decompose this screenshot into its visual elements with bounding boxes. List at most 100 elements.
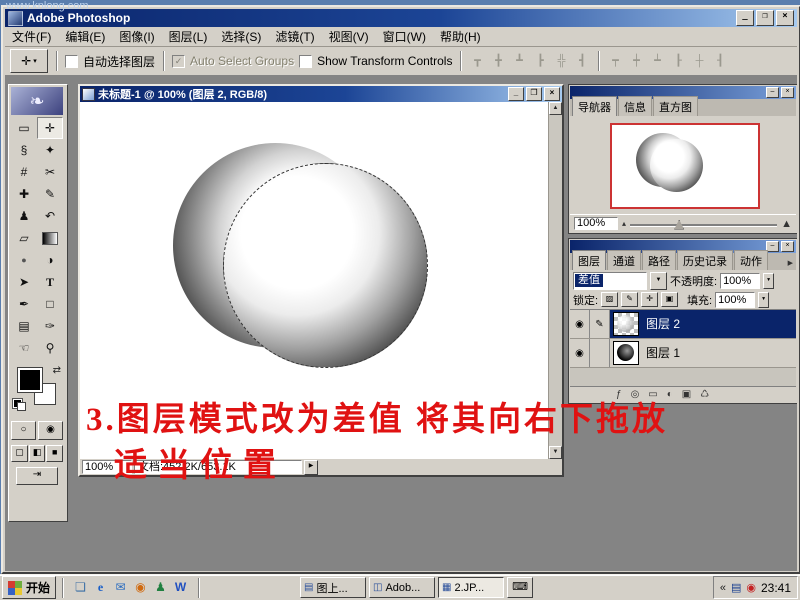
new-layer-icon[interactable]: ▣ (682, 389, 691, 400)
minimize-button[interactable]: _ (736, 10, 754, 26)
internet-explorer-icon[interactable]: e (92, 579, 109, 596)
lock-all-icon[interactable]: ▣ (661, 292, 678, 307)
zoom-tool[interactable]: ⚲ (37, 337, 63, 359)
menu-edit[interactable]: 编辑(E) (58, 26, 112, 47)
task-button-2[interactable]: ◫ Adob... (369, 577, 435, 598)
menu-file[interactable]: 文件(F) (5, 26, 58, 47)
tab-history[interactable]: 历史记录 (677, 250, 733, 270)
rectangular-marquee-tool[interactable]: ▭ (11, 117, 37, 139)
tray-chevron-icon[interactable]: « (720, 582, 726, 594)
display-settings-icon[interactable]: ▤ (731, 581, 741, 594)
opacity-arrow-icon[interactable]: ▼ (763, 273, 774, 289)
doc-restore-button[interactable]: ❐ (526, 87, 542, 101)
menu-select[interactable]: 选择(S) (214, 26, 268, 47)
maximize-button[interactable]: ❐ (756, 10, 774, 26)
blend-mode-arrow-icon[interactable]: ▼ (650, 272, 667, 290)
start-button[interactable]: 开始 (2, 576, 56, 599)
tool-preset-picker[interactable]: ✛ ▾ (10, 49, 48, 73)
slice-tool[interactable]: ✂ (37, 161, 63, 183)
app-title-bar[interactable]: Adobe Photoshop _ ❐ × (5, 9, 797, 27)
link-column[interactable] (590, 339, 610, 367)
type-tool[interactable]: T (37, 271, 63, 293)
close-button[interactable]: × (776, 10, 794, 26)
scroll-up-icon[interactable]: ▲ (549, 102, 562, 115)
fill-arrow-icon[interactable]: ▼ (758, 292, 769, 308)
standard-mode-button[interactable]: ○ (11, 421, 36, 440)
visibility-eye-icon[interactable]: ◉ (570, 339, 590, 367)
delete-layer-icon[interactable]: ♺ (700, 389, 709, 400)
fill-field[interactable]: 100% (715, 292, 755, 308)
lock-transparency-icon[interactable]: ▨ (601, 292, 618, 307)
lock-image-icon[interactable]: ✎ (621, 292, 638, 307)
doc-minimize-button[interactable]: _ (508, 87, 524, 101)
standard-screen-mode-button[interactable]: ▢ (11, 445, 28, 462)
visibility-eye-icon[interactable]: ◉ (570, 310, 590, 338)
brush-tool[interactable]: ✎ (37, 183, 63, 205)
show-desktop-icon[interactable]: ❏ (72, 579, 89, 596)
show-transform-controls-checkbox[interactable] (299, 55, 312, 68)
tab-paths[interactable]: 路径 (642, 250, 676, 270)
hand-tool[interactable]: ☜ (11, 337, 37, 359)
auto-select-layer-checkbox[interactable] (65, 55, 78, 68)
media-player-icon[interactable]: ◉ (132, 579, 149, 596)
menu-view[interactable]: 视图(V) (322, 26, 376, 47)
word-icon[interactable]: W (172, 579, 189, 596)
zoom-slider[interactable] (630, 219, 777, 229)
default-colors-icon[interactable] (13, 399, 25, 409)
scroll-down-icon[interactable]: ▼ (549, 446, 562, 459)
messenger-icon[interactable]: ♟ (152, 579, 169, 596)
quick-mask-mode-button[interactable]: ◉ (38, 421, 63, 440)
tab-actions[interactable]: 动作 (734, 250, 768, 270)
foreground-color-swatch[interactable] (18, 368, 42, 392)
doc-close-button[interactable]: × (544, 87, 560, 101)
tab-channels[interactable]: 通道 (607, 250, 641, 270)
lasso-tool[interactable]: § (11, 139, 37, 161)
pen-tool[interactable]: ✒ (11, 293, 37, 315)
panel-close-icon[interactable]: × (781, 87, 794, 98)
path-selection-tool[interactable]: ➤ (11, 271, 37, 293)
dodge-tool[interactable]: ◑ (37, 249, 63, 271)
shape-tool[interactable]: □ (37, 293, 63, 315)
magic-wand-tool[interactable]: ✦ (37, 139, 63, 161)
layer-row-2[interactable]: ◉ ✎ 图层 2 (570, 310, 796, 339)
move-tool[interactable]: ✛ (37, 117, 63, 139)
eraser-tool[interactable]: ▱ (11, 227, 37, 249)
document-title-bar[interactable]: 未标题-1 @ 100% (图层 2, RGB/8) _ ❐ × (80, 86, 562, 102)
gradient-tool[interactable] (37, 227, 63, 249)
opacity-field[interactable]: 100% (720, 273, 760, 289)
tab-overflow-icon[interactable]: ▶ (788, 259, 796, 270)
fullscreen-mode-button[interactable]: ■ (46, 445, 63, 462)
zoom-out-icon[interactable]: ▴ (622, 219, 626, 228)
fullscreen-with-menu-button[interactable]: ◧ (29, 445, 46, 462)
menu-help[interactable]: 帮助(H) (433, 26, 488, 47)
clone-stamp-tool[interactable]: ♟ (11, 205, 37, 227)
tab-layers[interactable]: 图层 (572, 250, 606, 270)
jump-to-imageready-button[interactable]: ⇥ (16, 467, 58, 485)
eyedropper-tool[interactable]: ✑ (37, 315, 63, 337)
menu-layer[interactable]: 图层(L) (162, 26, 215, 47)
blur-tool[interactable]: ● (11, 249, 37, 271)
navigator-thumbnail[interactable] (610, 123, 760, 209)
antivirus-icon[interactable]: ◉ (746, 581, 756, 594)
panel-minimize-icon[interactable]: – (766, 87, 779, 98)
menu-filter[interactable]: 滤镜(T) (268, 26, 321, 47)
status-popup-arrow-icon[interactable]: ▶ (304, 460, 318, 475)
tab-navigator[interactable]: 导航器 (572, 96, 617, 116)
layer-row-1[interactable]: ◉ 图层 1 (570, 339, 796, 368)
tab-histogram[interactable]: 直方图 (653, 96, 698, 116)
input-method-button[interactable]: ⌨ (507, 577, 533, 598)
healing-brush-tool[interactable]: ✚ (11, 183, 37, 205)
swap-colors-icon[interactable]: ⇄ (53, 365, 61, 376)
menu-image[interactable]: 图像(I) (112, 26, 161, 47)
crop-tool[interactable]: # (11, 161, 37, 183)
outlook-express-icon[interactable]: ✉ (112, 579, 129, 596)
zoom-in-icon[interactable]: ▲ (781, 218, 792, 230)
adobe-feather-logo[interactable]: ❧ (11, 87, 63, 115)
blend-mode-dropdown[interactable]: 差值 (573, 272, 647, 290)
panel-close-icon[interactable]: × (781, 241, 794, 252)
layer2-thumbnail[interactable] (613, 312, 639, 336)
menu-window[interactable]: 窗口(W) (376, 26, 433, 47)
task-button-3[interactable]: ▦ 2.JP... (438, 577, 504, 598)
navigator-zoom-field[interactable]: 100% (574, 217, 618, 230)
lock-position-icon[interactable]: ✛ (641, 292, 658, 307)
